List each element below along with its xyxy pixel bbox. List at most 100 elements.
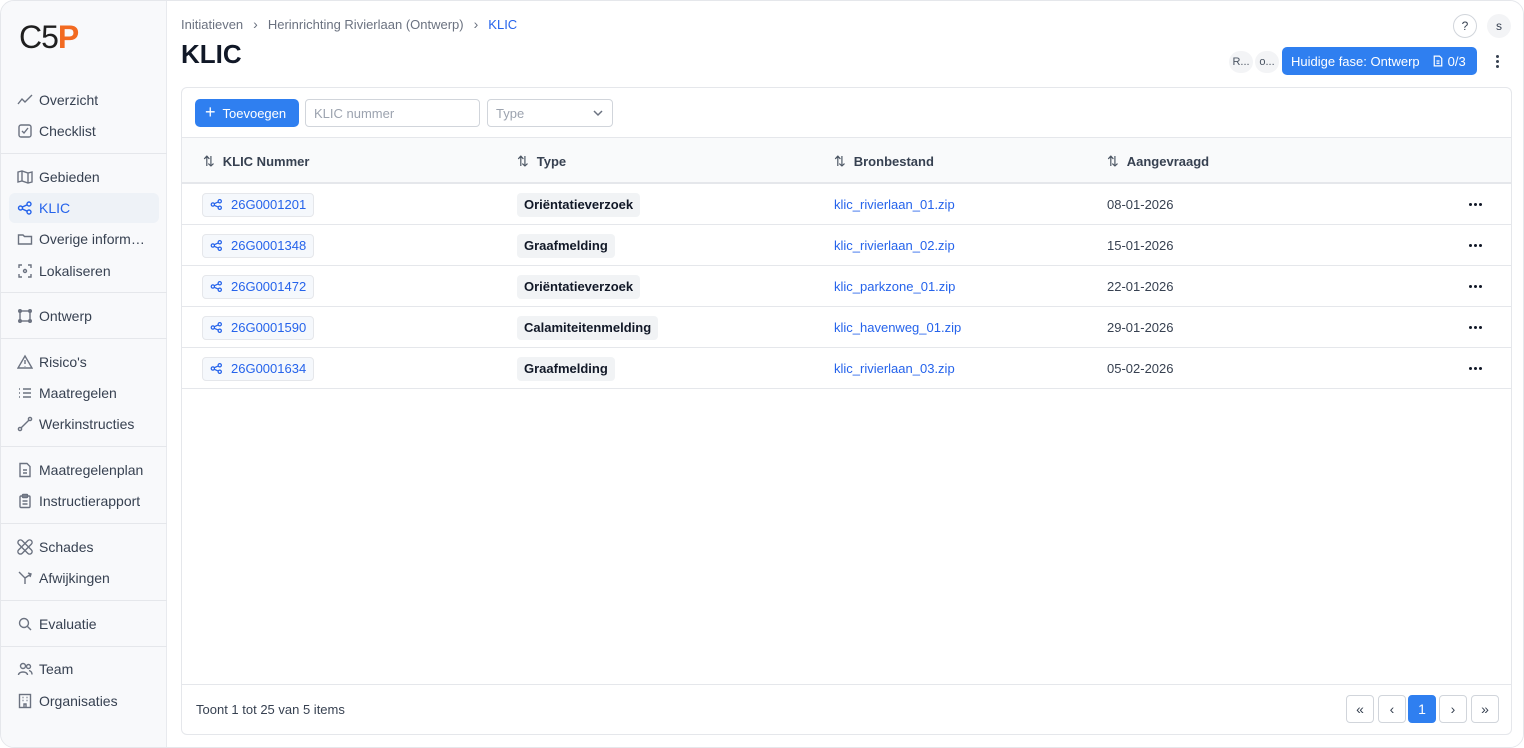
klic-number: 26G0001472 xyxy=(231,279,307,294)
next-page-button[interactable]: › xyxy=(1439,695,1467,723)
sidebar-item-checklist[interactable]: Checklist xyxy=(9,116,159,146)
sidebar-item-team[interactable]: Team xyxy=(9,654,159,684)
sidebar-item-label: Evaluatie xyxy=(39,616,97,632)
share-nodes-icon xyxy=(210,199,222,210)
breadcrumb-initiatieven[interactable]: Initiatieven xyxy=(181,17,243,32)
help-button[interactable]: ? xyxy=(1453,14,1477,38)
klic-number-link[interactable]: 26G0001472 xyxy=(202,274,315,299)
sidebar-item-label: Schades xyxy=(39,539,94,555)
type-select[interactable]: Type xyxy=(487,99,613,127)
main-content: Initiatieven › Herinrichting Rivierlaan … xyxy=(167,1,1523,747)
sidebar-item-risicos[interactable]: Risico's xyxy=(9,347,159,377)
previous-page-button[interactable]: ‹ xyxy=(1378,695,1406,723)
source-file-link[interactable]: klic_rivierlaan_02.zip xyxy=(834,238,955,253)
sidebar-item-organisaties[interactable]: Organisaties xyxy=(9,686,159,716)
share-nodes-icon xyxy=(17,200,33,216)
row-actions-icon[interactable] xyxy=(1469,203,1482,206)
chevron-right-icon: › xyxy=(253,16,258,32)
sidebar-item-label: Lokaliseren xyxy=(39,263,111,279)
klic-number-link[interactable]: 26G0001590 xyxy=(202,315,315,340)
logo[interactable]: C5P xyxy=(19,19,79,56)
member-avatar[interactable]: o... xyxy=(1255,51,1279,73)
row-actions-icon[interactable] xyxy=(1469,326,1482,329)
share-nodes-icon xyxy=(210,322,222,333)
diverge-icon xyxy=(17,570,33,586)
sidebar-divider xyxy=(1,153,167,154)
sidebar-item-label: Instructierapport xyxy=(39,493,141,509)
sidebar-item-werkinstructies[interactable]: Werkinstructies xyxy=(9,409,159,439)
share-nodes-icon xyxy=(210,281,222,292)
sidebar-divider xyxy=(1,446,167,447)
building-icon xyxy=(17,693,33,709)
sidebar-item-klic[interactable]: KLIC xyxy=(9,193,159,223)
klic-number: 26G0001348 xyxy=(231,238,307,253)
phase-label: Huidige fase: Ontwerp xyxy=(1291,53,1420,69)
type-badge: Oriëntatieverzoek xyxy=(517,274,641,299)
row-actions-icon[interactable] xyxy=(1469,367,1482,370)
source-file-link[interactable]: klic_havenweg_01.zip xyxy=(834,320,961,335)
sidebar-divider xyxy=(1,338,167,339)
klic-number-link[interactable]: 26G0001348 xyxy=(202,233,315,258)
sidebar-item-lokaliseren[interactable]: Lokaliseren xyxy=(9,256,159,286)
sidebar-item-afwijkingen[interactable]: Afwijkingen xyxy=(9,563,159,593)
breadcrumb-project[interactable]: Herinrichting Rivierlaan (Ontwerp) xyxy=(268,17,464,32)
member-avatar[interactable]: R... xyxy=(1229,51,1253,73)
table-row[interactable]: 26G0001201 Oriëntatieverzoek klic_rivier… xyxy=(182,184,1511,225)
chevron-down-icon xyxy=(593,110,603,117)
sidebar-item-overige-informatie[interactable]: Overige informatie xyxy=(9,224,159,254)
sidebar-item-evaluatie[interactable]: Evaluatie xyxy=(9,609,159,639)
column-klic-nummer[interactable]: ⇅ KLIC Nummer xyxy=(203,138,309,184)
last-page-button[interactable]: » xyxy=(1471,695,1499,723)
sidebar-divider xyxy=(1,646,167,647)
table-row[interactable]: 26G0001348 Graafmelding klic_rivierlaan_… xyxy=(182,225,1511,266)
chevron-left-icon: ‹ xyxy=(1389,701,1395,717)
row-actions-icon[interactable] xyxy=(1469,244,1482,247)
user-avatar[interactable]: s xyxy=(1487,14,1511,38)
table-row[interactable]: 26G0001590 Calamiteitenmelding klic_have… xyxy=(182,307,1511,348)
klic-number-link[interactable]: 26G0001634 xyxy=(202,356,315,381)
sort-icon: ⇅ xyxy=(834,152,846,169)
sidebar-item-overzicht[interactable]: Overzicht xyxy=(9,85,159,115)
column-label: KLIC Nummer xyxy=(222,153,310,169)
table-row[interactable]: 26G0001472 Oriëntatieverzoek klic_parkzo… xyxy=(182,266,1511,307)
column-label: Type xyxy=(536,153,567,169)
toolbar: + Toevoegen Type xyxy=(182,88,1511,138)
phase-button[interactable]: Huidige fase: Ontwerp 0/3 xyxy=(1282,47,1477,75)
requested-date: 29-01-2026 xyxy=(1107,320,1174,335)
add-button[interactable]: + Toevoegen xyxy=(195,99,299,127)
type-select-placeholder: Type xyxy=(496,105,525,121)
source-file-link[interactable]: klic_rivierlaan_01.zip xyxy=(834,197,955,212)
klic-number-link[interactable]: 26G0001201 xyxy=(202,192,315,217)
type-badge: Oriëntatieverzoek xyxy=(517,192,641,217)
route-icon xyxy=(17,416,33,432)
first-page-button[interactable]: « xyxy=(1346,695,1374,723)
sidebar-item-label: Overzicht xyxy=(39,92,99,108)
klic-number-input[interactable] xyxy=(305,99,480,127)
column-bronbestand[interactable]: ⇅ Bronbestand xyxy=(834,138,934,184)
more-options-icon[interactable] xyxy=(1489,51,1505,71)
pagination-summary: Toont 1 tot 25 van 5 items xyxy=(196,702,345,717)
table-row[interactable]: 26G0001634 Graafmelding klic_rivierlaan_… xyxy=(182,348,1511,389)
page-1-button[interactable]: 1 xyxy=(1408,695,1436,723)
column-aangevraagd[interactable]: ⇅ Aangevraagd xyxy=(1107,138,1209,184)
source-file-link[interactable]: klic_rivierlaan_03.zip xyxy=(834,361,955,376)
sidebar-item-gebieden[interactable]: Gebieden xyxy=(9,162,159,192)
sidebar-item-schades[interactable]: Schades xyxy=(9,532,159,562)
share-nodes-icon xyxy=(210,363,222,374)
sidebar-item-ontwerp[interactable]: Ontwerp xyxy=(9,301,159,331)
phase-count: 0/3 xyxy=(1447,53,1466,69)
column-type[interactable]: ⇅ Type xyxy=(517,138,566,184)
chevron-right-icon: › xyxy=(473,16,479,32)
requested-date: 05-02-2026 xyxy=(1107,361,1174,376)
sidebar-item-label: Checklist xyxy=(39,123,96,139)
checkbox-icon xyxy=(17,123,33,139)
requested-date: 22-01-2026 xyxy=(1107,279,1174,294)
sidebar-item-maatregelen[interactable]: Maatregelen xyxy=(9,378,159,408)
sidebar-item-label: Team xyxy=(39,661,74,677)
source-file-link[interactable]: klic_parkzone_01.zip xyxy=(834,279,955,294)
sidebar-item-instructierapport[interactable]: Instructierapport xyxy=(9,486,159,516)
sidebar: C5P Overzicht Checklist Gebieden KLIC Ov… xyxy=(1,1,167,747)
row-actions-icon[interactable] xyxy=(1469,285,1482,288)
clipboard-icon xyxy=(17,493,33,509)
sidebar-item-maatregelenplan[interactable]: Maatregelenplan xyxy=(9,455,159,485)
